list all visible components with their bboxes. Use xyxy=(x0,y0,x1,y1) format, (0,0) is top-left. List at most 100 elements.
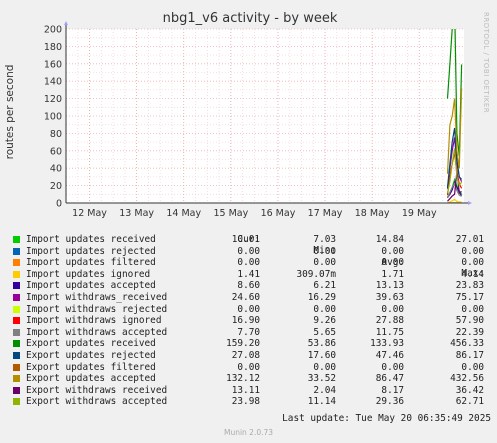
legend-max: 0.00 xyxy=(461,245,484,257)
y-tick-label: 160 xyxy=(44,59,62,70)
legend-row: Export updates accepted 132.12 33.52 86.47 4… xyxy=(10,373,490,385)
legend-avg: 0.00 xyxy=(381,303,404,315)
y-tick-label: 60 xyxy=(50,146,62,157)
y-tick-label: 0 xyxy=(56,199,62,210)
legend-row: Import withdraws rejected 0.00 0.00 0.00 0.0… xyxy=(10,304,490,316)
legend-row: Import updates accepted 8.60 6.21 13.13 23.8… xyxy=(10,280,490,292)
legend-swatch xyxy=(13,351,20,359)
legend-name: Export updates accepted xyxy=(26,373,156,385)
legend-min: 2.04 xyxy=(313,384,336,396)
legend-name: Import withdraws rejected xyxy=(26,303,168,315)
legend-max: 432.56 xyxy=(450,373,484,385)
legend-swatch xyxy=(13,340,20,348)
legend-name: Import withdraws accepted xyxy=(26,326,168,338)
legend-avg: 27.88 xyxy=(375,315,404,327)
legend-avg: 11.75 xyxy=(375,326,404,338)
legend-row: Export withdraws received 13.11 2.04 8.17 36… xyxy=(10,385,490,397)
legend-max: 0.00 xyxy=(461,361,484,373)
legend-max: 27.01 xyxy=(455,234,484,245)
y-tick-label: 180 xyxy=(44,42,62,53)
legend-swatch xyxy=(13,386,20,394)
legend-max: 22.39 xyxy=(455,326,484,338)
legend-cur: 13.11 xyxy=(231,384,260,396)
y-axis-label: routes per second xyxy=(4,65,16,160)
legend-row: Import withdraws ignored 16.90 9.26 27.88 57… xyxy=(10,315,490,327)
legend-swatch xyxy=(13,293,20,301)
legend-name: Export updates received xyxy=(26,338,156,350)
legend-avg: 1.71 xyxy=(381,268,404,280)
legend-swatch xyxy=(13,363,20,371)
legend-max: 0.00 xyxy=(461,303,484,315)
legend-max: 86.17 xyxy=(455,349,484,361)
legend-cur: 132.12 xyxy=(226,373,260,385)
legend: Cur: Min: Avg: Max: Import updates recei… xyxy=(10,222,490,408)
legend-avg: 0.00 xyxy=(381,361,404,373)
legend-cur: 159.20 xyxy=(226,338,260,350)
legend-avg: 133.93 xyxy=(370,338,404,350)
legend-name: Import updates filtered xyxy=(26,257,156,269)
legend-row: Export withdraws accepted 23.98 11.14 29.36… xyxy=(10,396,490,408)
legend-cur: 24.60 xyxy=(231,291,260,303)
y-tick-label: 80 xyxy=(50,129,62,140)
legend-min: 9.26 xyxy=(313,315,336,327)
y-axis-arrow xyxy=(64,21,68,25)
rrdtool-credit: RRDTOOL / TOBI OETIKER xyxy=(482,12,490,113)
legend-min: 33.52 xyxy=(307,373,336,385)
legend-min: 5.65 xyxy=(313,326,336,338)
grid xyxy=(65,28,464,204)
legend-swatch xyxy=(13,247,20,255)
x-axis-arrow xyxy=(468,201,472,205)
x-tick-label: 14 May xyxy=(166,208,201,219)
y-tick-label: 200 xyxy=(44,25,62,36)
legend-min: 309.07m xyxy=(296,268,336,280)
legend-cur: 23.98 xyxy=(231,396,260,408)
legend-swatch xyxy=(13,236,20,243)
legend-name: Import updates ignored xyxy=(26,268,151,280)
x-tick-label: 16 May xyxy=(261,208,296,219)
legend-cur: 7.70 xyxy=(237,326,260,338)
legend-name: Import updates accepted xyxy=(26,280,156,292)
legend-name: Import withdraws_received xyxy=(26,291,168,303)
last-update: Last update: Tue May 20 06:35:49 2025 xyxy=(282,413,491,424)
legend-cur: 1.41 xyxy=(237,268,260,280)
legend-avg: 0.00 xyxy=(381,257,404,269)
legend-name: Import withdraws ignored xyxy=(26,315,162,327)
legend-max: 456.33 xyxy=(450,338,484,350)
legend-swatch xyxy=(13,270,20,278)
legend-row: Export updates rejected 27.08 17.60 47.46 86… xyxy=(10,350,490,362)
legend-max: 0.00 xyxy=(461,257,484,269)
legend-cur: 10.01 xyxy=(231,234,260,245)
legend-avg: 47.46 xyxy=(375,349,404,361)
legend-name: Import updates rejected xyxy=(26,245,156,257)
x-tick-label: 18 May xyxy=(355,208,390,219)
legend-cur: 8.60 xyxy=(237,280,260,292)
legend-max: 36.42 xyxy=(455,384,484,396)
y-tick-label: 140 xyxy=(44,77,62,88)
legend-swatch xyxy=(13,317,20,325)
legend-cur: 0.00 xyxy=(237,361,260,373)
x-tick-label: 19 May xyxy=(402,208,437,219)
legend-row: Export updates filtered 0.00 0.00 0.00 0.00 xyxy=(10,362,490,374)
legend-row: Import updates received 10.01 7.03 14.84 27.… xyxy=(10,234,490,246)
legend-min: 7.03 xyxy=(313,234,336,245)
legend-avg: 39.63 xyxy=(375,291,404,303)
legend-swatch xyxy=(13,305,20,313)
y-tick-label: 120 xyxy=(44,94,62,105)
y-tick-label: 100 xyxy=(44,112,62,123)
legend-swatch xyxy=(13,259,20,267)
footer-version: Munin 2.0.73 xyxy=(223,428,274,437)
legend-name: Export withdraws accepted xyxy=(26,396,168,408)
legend-min: 0.00 xyxy=(313,245,336,257)
legend-cur: 27.08 xyxy=(231,349,260,361)
x-tick-label: 17 May xyxy=(308,208,343,219)
legend-max: 4.14 xyxy=(461,268,484,280)
legend-rows: Import updates received 10.01 7.03 14.84 27.… xyxy=(10,234,490,408)
legend-min: 16.29 xyxy=(307,291,336,303)
legend-max: 62.71 xyxy=(455,396,484,408)
legend-cur: 0.00 xyxy=(237,257,260,269)
legend-min: 0.00 xyxy=(313,257,336,269)
x-tick-label: 13 May xyxy=(119,208,154,219)
legend-swatch xyxy=(13,375,20,383)
legend-header: Cur: Min: Avg: Max: xyxy=(10,222,490,280)
legend-min: 11.14 xyxy=(307,396,336,408)
